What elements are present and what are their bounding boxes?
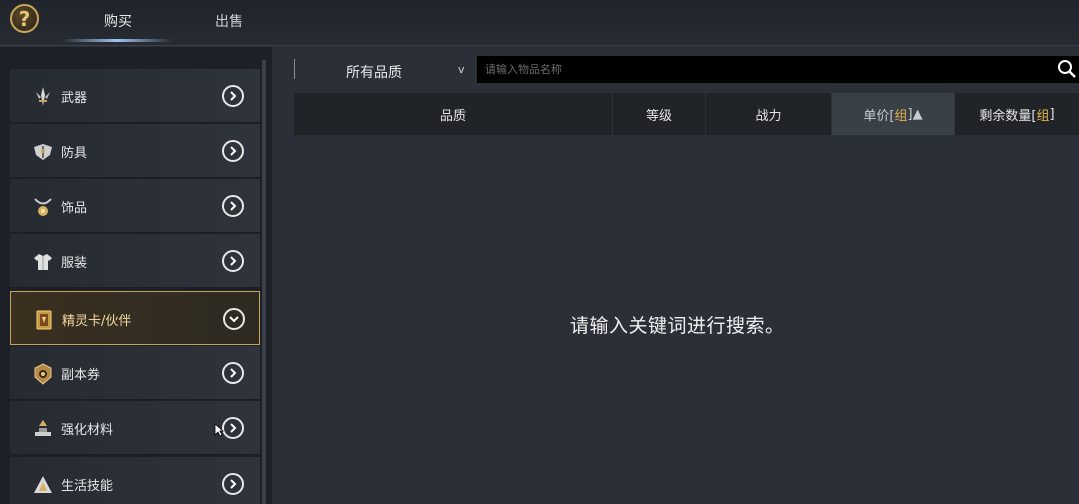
sidebar-item-weapon[interactable]: 武器 [10,69,260,123]
chevron-right-icon[interactable] [222,250,244,272]
column-header-label: 等级 [645,108,672,124]
column-header-unit-price[interactable]: 单价[组]▲ [832,93,955,135]
sidebar-item-label: 服装 [61,256,88,271]
column-header-power[interactable]: 战力 [706,93,832,135]
search-icon[interactable] [1057,59,1077,79]
quality-dropdown-value: 所有品质 [346,65,402,81]
chevron-down-icon: v [458,63,465,76]
chevron-right-icon[interactable] [222,85,244,107]
column-header-label: ] [1049,106,1055,122]
top-bar: ? 购买 出售 [0,0,1079,46]
costume-icon [34,254,52,270]
column-header-label: 剩余数量[ [979,108,1037,124]
tab-buy[interactable]: 购买 [104,11,132,31]
armor-icon [34,144,52,160]
weapon-icon [36,87,50,106]
quality-dropdown[interactable]: 所有品质 v [302,55,474,85]
life-skill-icon [34,476,52,493]
sidebar-item-armor[interactable]: 防具 [10,124,260,178]
active-tab-indicator [62,39,172,42]
sidebar-item-accessory[interactable]: 饰品 [10,179,260,233]
sidebar-item-spirit-card[interactable]: 精灵卡/伙伴 [10,291,260,345]
chevron-right-icon[interactable] [222,362,244,384]
results-table-header: 品质 等级 战力 单价[组]▲ 剩余数量[组] [294,93,1079,135]
chevron-right-icon[interactable] [222,473,244,495]
accessory-icon [34,198,52,216]
column-header-quality[interactable]: 品质 [294,93,613,135]
unit-label: 组 [1036,108,1050,124]
column-header-label: 品质 [439,108,466,124]
chevron-right-icon[interactable] [222,140,244,162]
sidebar-item-label: 防具 [61,146,88,161]
filter-divider [294,59,295,79]
chevron-right-icon[interactable] [222,417,244,439]
enhance-material-icon [35,420,51,436]
mouse-cursor-icon [214,423,224,437]
tab-sell[interactable]: 出售 [215,11,243,31]
sidebar-item-costume[interactable]: 服装 [10,234,260,288]
unit-label: 组 [894,108,908,124]
sidebar-item-label: 武器 [61,91,88,106]
sidebar-item-label: 饰品 [61,201,88,216]
sidebar-item-label: 强化材料 [61,423,114,438]
chevron-down-icon[interactable] [223,308,245,330]
empty-state-message: 请输入关键词进行搜索。 [570,315,785,337]
column-header-remaining[interactable]: 剩余数量[组] [955,93,1079,135]
sidebar-scrollbar[interactable] [262,60,266,504]
column-header-label: 单价[ [863,108,895,124]
question-mark-icon[interactable]: ? [10,4,39,33]
sidebar-item-label: 副本券 [61,368,101,383]
dungeon-ticket-icon [34,363,52,385]
item-search-input[interactable] [477,56,1079,83]
sidebar-item-label: 精灵卡/伙伴 [62,314,132,329]
sidebar-item-label: 生活技能 [61,479,114,494]
column-header-label: 战力 [755,108,782,124]
column-header-level[interactable]: 等级 [613,93,706,135]
sidebar-item-dungeon-ticket[interactable]: 副本券 [10,346,260,400]
spirit-card-icon [36,310,52,330]
sort-ascending-icon: ]▲ [907,106,923,122]
sidebar-item-life-skill[interactable]: 生活技能 [10,457,260,504]
chevron-right-icon[interactable] [222,195,244,217]
